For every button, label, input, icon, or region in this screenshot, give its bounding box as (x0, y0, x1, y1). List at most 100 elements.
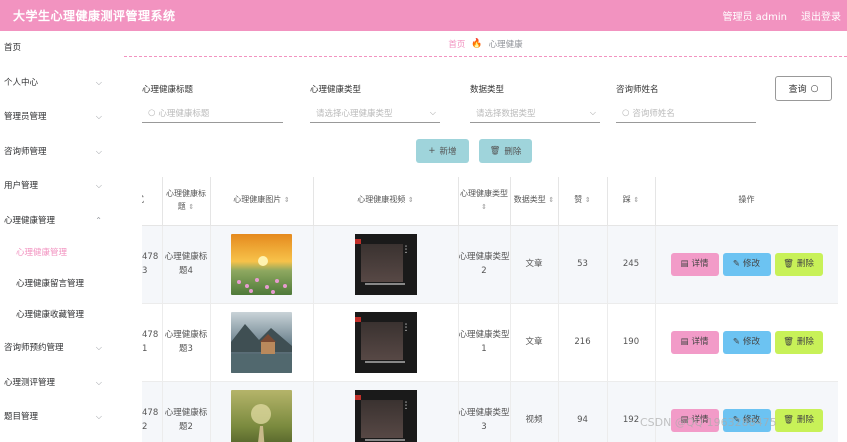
cell-index: 478 3 (142, 225, 163, 304)
cell-index: 478 2 (142, 381, 163, 442)
column-header[interactable]: 方式 (142, 177, 163, 226)
edit-label: 修改 (743, 258, 761, 269)
column-header: 操作 (655, 177, 838, 226)
counselor-search-input[interactable]: ○ 咨询师姓名 (616, 103, 756, 123)
search-icon: ○ (148, 107, 156, 118)
progress-bar[interactable] (364, 360, 405, 363)
cell-image (210, 303, 314, 382)
lake-village-image[interactable] (231, 311, 292, 373)
sort-icon: ⇕ (481, 202, 487, 211)
progress-bar[interactable] (364, 282, 405, 285)
top-bar: 大学生心理健康测评管理系统 管理员 admin 退出登录 (0, 0, 847, 31)
sidebar-item-label: 首页 (4, 43, 22, 53)
flame-icon: 🔥 (471, 38, 483, 49)
sidebar-item-assessment[interactable]: 心理测评管理 ⌵ (0, 366, 124, 401)
sidebar-item-admin[interactable]: 管理员管理 ⌵ (0, 100, 124, 135)
cell-type: 心理健康类型1 (458, 303, 511, 382)
edit-button[interactable]: ✎ 修改 (722, 330, 771, 354)
detail-button[interactable]: ▤ 详情 (670, 330, 719, 354)
chevron-down-icon: ⌵ (95, 377, 102, 387)
cell-dislikes: 192 (607, 381, 656, 442)
video-thumbnail[interactable]: ⋮ (354, 233, 417, 295)
delete-label: 删除 (796, 336, 814, 347)
data-type-select[interactable]: 请选择数据类型 ⌵ (470, 103, 600, 123)
filter-counselor-label: 咨询师姓名 (616, 85, 659, 95)
header-label: 心理健康视频 (357, 195, 406, 205)
video-thumbnail[interactable]: ⋮ (354, 311, 417, 373)
cell-dislikes: 245 (607, 225, 656, 304)
filter-type-label: 心理健康类型 (310, 85, 362, 95)
breadcrumb-home[interactable]: 首页 (448, 38, 465, 50)
column-header[interactable]: 数据类型 ⇕ (510, 177, 559, 226)
document-icon: ▤ (680, 258, 689, 269)
column-header[interactable]: 心理健康类型 ⇕ (458, 177, 511, 226)
search-button[interactable]: 查询 ○ (775, 76, 832, 101)
more-icon[interactable]: ⋮ (402, 401, 411, 410)
delete-button[interactable]: 🗑 删除 (774, 408, 823, 432)
forest-path-image[interactable] (231, 389, 292, 442)
more-icon[interactable]: ⋮ (402, 323, 411, 332)
batch-delete-button[interactable]: 🗑 删除 (479, 139, 532, 163)
sidebar-item-home[interactable]: 首页 (0, 31, 124, 66)
sidebar-item-label: 管理员管理 (4, 112, 47, 122)
logout-link[interactable]: 退出登录 (801, 8, 841, 23)
search-button-label: 查询 (788, 85, 807, 95)
filter-data-type-label: 数据类型 (470, 85, 505, 95)
search-icon: ○ (622, 107, 630, 118)
add-button[interactable]: + 新增 (416, 139, 469, 163)
chevron-down-icon: ⌵ (95, 181, 102, 190)
delete-button[interactable]: 🗑 删除 (774, 330, 823, 354)
cell-actions: ▤ 详情 ✎ 修改 🗑 删除 (655, 303, 838, 382)
submenu-item-comments[interactable]: 心理健康留言管理 (0, 269, 124, 300)
sidebar: 首页 个人中心 ⌵ 管理员管理 ⌵ 咨询师管理 ⌵ 用户管理 ⌵ 心理健康管理 ⌃ 心理健… (0, 31, 124, 442)
cell-video: ⋮ (313, 225, 459, 304)
breadcrumb-current: 心理健康 (488, 39, 523, 50)
filter-title-label: 心理健康标题 (142, 85, 194, 95)
title-placeholder: 心理健康标题 (158, 108, 210, 119)
detail-button[interactable]: ▤ 详情 (670, 252, 719, 276)
sunset-flowers-image[interactable] (231, 233, 292, 295)
sidebar-item-appointments[interactable]: 咨询师预约管理 ⌵ (0, 331, 124, 366)
sidebar-item-profile[interactable]: 个人中心 ⌵ (0, 66, 124, 101)
submenu-item-mental-health[interactable]: 心理健康管理 (0, 238, 124, 269)
chevron-down-icon: ⌵ (95, 146, 102, 156)
video-frame (360, 243, 403, 282)
edit-button[interactable]: ✎ 修改 (722, 252, 771, 276)
delete-button-label: 删除 (504, 147, 522, 157)
sidebar-item-counselor[interactable]: 咨询师管理 ⌵ (0, 135, 124, 170)
submenu-item-favorites[interactable]: 心理健康收藏管理 (0, 300, 124, 331)
sidebar-item-label: 个人中心 (4, 77, 39, 88)
chevron-down-icon: ⌵ (95, 412, 102, 421)
delete-label: 删除 (796, 258, 814, 269)
document-icon: ▤ (680, 336, 689, 347)
more-icon[interactable]: ⋮ (402, 245, 411, 254)
video-thumbnail[interactable]: ⋮ (354, 389, 417, 442)
counselor-placeholder: 咨询师姓名 (632, 108, 675, 119)
trash-icon: 🗑 (783, 258, 794, 269)
sidebar-item-users[interactable]: 用户管理 ⌵ (0, 169, 124, 204)
header-label: 心理健康图片 (233, 195, 282, 205)
main-content: 首页 🔥 心理健康 心理健康标题 ○ 心理健康标题 心理健康类型 请选择心理健康… (124, 31, 847, 442)
sidebar-item-mental-health[interactable]: 心理健康管理 ⌃ (0, 204, 124, 239)
detail-label: 详情 (691, 258, 709, 269)
delete-button[interactable]: 🗑 删除 (774, 252, 823, 276)
top-right: 管理员 admin 退出登录 (722, 8, 841, 23)
watermark: CSDN @QQ 1963288475 (640, 416, 777, 429)
cell-video: ⋮ (313, 381, 459, 442)
cell-image (210, 225, 314, 304)
header-label: 方式 (142, 195, 144, 204)
sort-icon: ⇕ (283, 196, 290, 205)
sidebar-item-questions[interactable]: 题目管理 ⌵ (0, 400, 124, 435)
header-label: 踩 (622, 195, 631, 205)
column-header[interactable]: 赞 ⇕ (558, 177, 608, 226)
column-header[interactable]: 心理健康视频 ⇕ (313, 177, 459, 226)
user-label: 管理员 admin (722, 12, 787, 23)
column-header[interactable]: 心理健康标题 ⇕ (162, 177, 211, 226)
type-select[interactable]: 请选择心理健康类型 ⌵ (310, 103, 440, 123)
progress-bar[interactable] (364, 438, 405, 441)
column-header[interactable]: 踩 ⇕ (607, 177, 656, 226)
table-row: 478 3 心理健康标题4 ⋮ 心理健康类型2 文章 53 245 ▤ 详情 ✎… (142, 225, 838, 304)
sort-icon: ⇕ (584, 196, 591, 205)
title-search-input[interactable]: ○ 心理健康标题 (142, 103, 283, 123)
column-header[interactable]: 心理健康图片 ⇕ (210, 177, 314, 226)
